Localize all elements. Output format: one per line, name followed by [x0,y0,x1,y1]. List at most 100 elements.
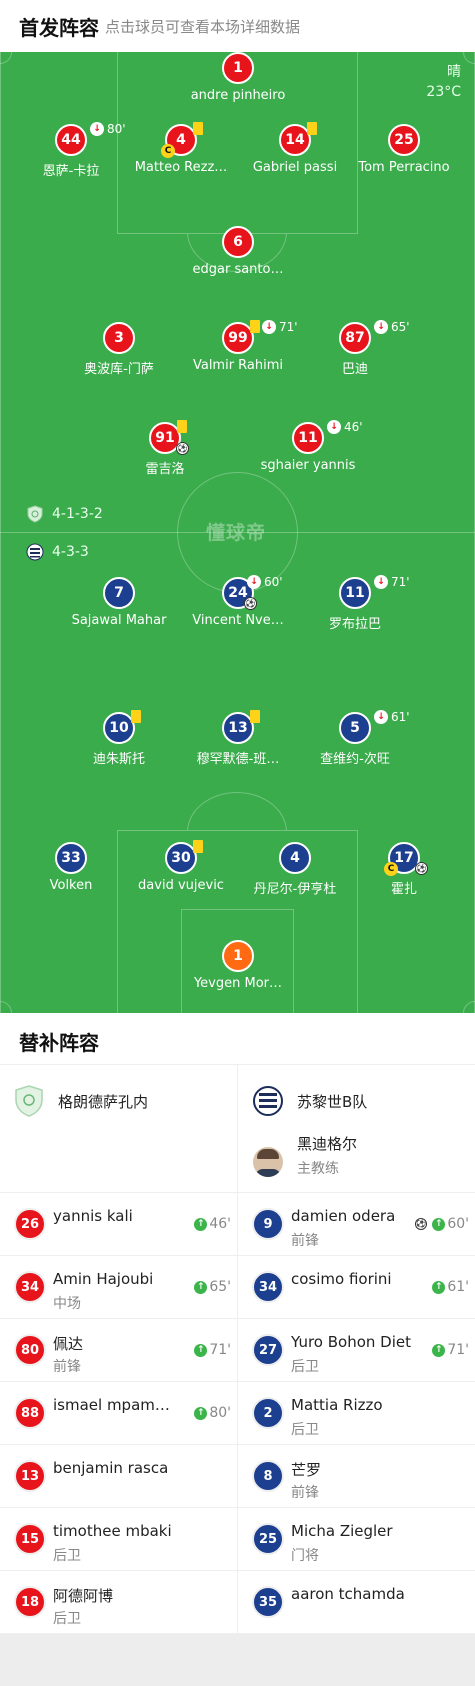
sub-number: 2 [252,1397,284,1429]
home-team[interactable]: 格朗德萨孔内 [14,1085,148,1117]
sub-in-indicator: ↑ 80' [194,1405,231,1421]
player-number: 33 [55,842,87,874]
away-formation-label: 4-3-3 [52,544,89,560]
away-sub-player[interactable]: 8 芒罗 前锋 [238,1445,475,1508]
away-player[interactable]: 4 丹尼尔-伊亨杜 [235,842,355,897]
away-player[interactable]: 13 穆罕默德-班… [178,710,298,767]
home-player[interactable]: 25 Tom Perracino [344,124,464,175]
sub-position: 后卫 [53,1611,81,1627]
home-sub-player[interactable]: 26 yannis kali ↑ 46' [0,1193,237,1256]
sub-in-minute: 80' [209,1405,231,1421]
sub-name: Micha Ziegler [291,1522,393,1540]
lineup-hint: 点击球员可查看本场详细数据 [105,18,301,36]
sub-name: Mattia Rizzo [291,1396,383,1414]
player-number: 44 [55,124,87,156]
yellow-card-icon [193,840,203,853]
sub-name: ismael mpam… [53,1396,170,1414]
away-formation: 4-3-3 [26,542,89,562]
away-sub-player[interactable]: 9 damien odera 前锋 ⚽ ↑ 60' [238,1193,475,1256]
sub-name: cosimo fiorini [291,1270,392,1288]
player-name: 迪朱斯托 [92,752,145,767]
home-sub-player[interactable]: 80 佩达 前锋 ↑ 71' [0,1319,237,1382]
home-sub-player[interactable]: 15 timothee mbaki 后卫 [0,1508,237,1571]
home-player[interactable]: 87 ↓ 65' 巴迪 [295,320,415,377]
player-name: Gabriel passi [252,160,338,175]
home-sub-player[interactable]: 18 阿德阿博 后卫 [0,1571,237,1634]
sub-name: benjamin rasca [53,1459,169,1477]
sub-off-indicator: ↓ 61' [374,710,410,724]
away-goalkeeper[interactable]: 1 Yevgen Mor… [178,940,298,991]
player-number: 25 [388,124,420,156]
yellow-card-icon [177,420,187,433]
home-player[interactable]: 91 ⚽ 雷吉洛 [105,420,225,477]
yellow-card-icon [131,710,141,723]
home-sub-player[interactable]: 13 benjamin rasca [0,1445,237,1508]
player-name: 雷吉洛 [145,462,185,477]
sub-position: 后卫 [291,1359,319,1375]
sub-position: 后卫 [291,1422,319,1438]
home-player[interactable]: 3 奥波库-门萨 [59,322,179,377]
sub-in-icon: ↑ [432,1217,446,1231]
sub-name: Amin Hajoubi [53,1270,154,1288]
sub-row: 88 ismael mpam… ↑ 80' 2 Mattia Rizzo 后卫 [0,1382,475,1445]
away-player[interactable]: 7 Sajawal Mahar [59,577,179,628]
sub-number: 88 [14,1397,46,1429]
sub-number: 18 [14,1586,46,1618]
sub-name: timothee mbaki [53,1522,172,1540]
away-team[interactable]: 苏黎世B队 [253,1085,367,1117]
coach-name: 黑迪格尔 [297,1135,358,1153]
sub-in-icon: ↑ [194,1343,208,1357]
sub-name: aaron tchamda [291,1585,405,1603]
lineup-header: 首发阵容 点击球员可查看本场详细数据 [0,0,475,52]
away-player[interactable]: 10 迪朱斯托 [59,710,179,767]
coach-role: 主教练 [297,1161,339,1177]
sub-off-icon: ↓ [247,575,261,589]
column-divider [237,1065,238,1193]
away-sub-player[interactable]: 27 Yuro Bohon Diet 后卫 ↑ 71' [238,1319,475,1382]
home-player[interactable]: 6 edgar santo… [178,226,298,277]
sub-in-minute: 60' [447,1216,469,1232]
sub-off-indicator: ↓ 46' [327,420,363,434]
away-player[interactable]: 17 C ⚽ 霍扎 [344,842,464,897]
away-sub-player[interactable]: 25 Micha Ziegler 门将 [238,1508,475,1571]
home-player[interactable]: 4 C Matteo Rezz… [121,122,241,175]
subs-title: 替补阵容 [19,1031,99,1055]
home-player[interactable]: 1 andre pinheiro [178,52,298,103]
sub-number: 34 [252,1271,284,1303]
away-sub-player[interactable]: 34 cosimo fiorini ↑ 61' [238,1256,475,1319]
player-number: 6 [222,226,254,258]
away-sub-player[interactable]: 35 aaron tchamda [238,1571,475,1634]
away-sub-player[interactable]: 2 Mattia Rizzo 后卫 [238,1382,475,1445]
sub-in-indicator: ↑ 65' [194,1279,231,1295]
player-name: Matteo Rezz… [134,160,228,175]
sub-number: 15 [14,1523,46,1555]
home-player[interactable]: 11 ↓ 46' sghaier yannis [248,420,368,473]
player-number: 1 [222,940,254,972]
away-player[interactable]: 5 ↓ 61' 查维约-次旺 [295,710,415,767]
sub-row: 26 yannis kali ↑ 46' 9 damien odera 前锋 ⚽ ↑… [0,1193,475,1256]
player-number: 3 [103,322,135,354]
goal-ball-icon: ⚽ [415,862,428,875]
away-player[interactable]: 33 Volken [11,842,131,893]
sub-number: 34 [14,1271,46,1303]
home-player[interactable]: 44 ↓ 80' 恩萨-卡拉 [11,122,131,179]
home-sub-player[interactable]: 34 Amin Hajoubi 中场 ↑ 65' [0,1256,237,1319]
home-player[interactable]: 99 ↓ 71' Valmir Rahimi [178,320,298,373]
sub-in-indicator: ⚽ ↑ 60' [415,1216,469,1232]
sub-row: 34 Amin Hajoubi 中场 ↑ 65' 34 cosimo fiorin… [0,1256,475,1319]
sub-in-indicator: ↑ 61' [432,1279,469,1295]
away-coach[interactable]: 黑迪格尔 主教练 [253,1133,357,1180]
sub-off-indicator: ↓ 65' [374,320,410,334]
away-player[interactable]: 30 david vujevic [121,840,241,893]
home-player[interactable]: 14 Gabriel passi [235,122,355,175]
weather-temperature: 23°C [426,84,461,100]
player-name: david vujevic [138,878,224,893]
sub-name: yannis kali [53,1207,133,1225]
sub-in-minute: 61' [447,1279,469,1295]
away-player[interactable]: 24 ↓ 60' ⚽ Vincent Nve… [178,575,298,628]
player-name: sghaier yannis [260,458,356,473]
away-player[interactable]: 11 ↓ 71' 罗布拉巴 [295,575,415,632]
shield-logo-icon [27,505,43,523]
home-sub-player[interactable]: 88 ismael mpam… ↑ 80' [0,1382,237,1445]
sub-position: 后卫 [53,1548,81,1564]
